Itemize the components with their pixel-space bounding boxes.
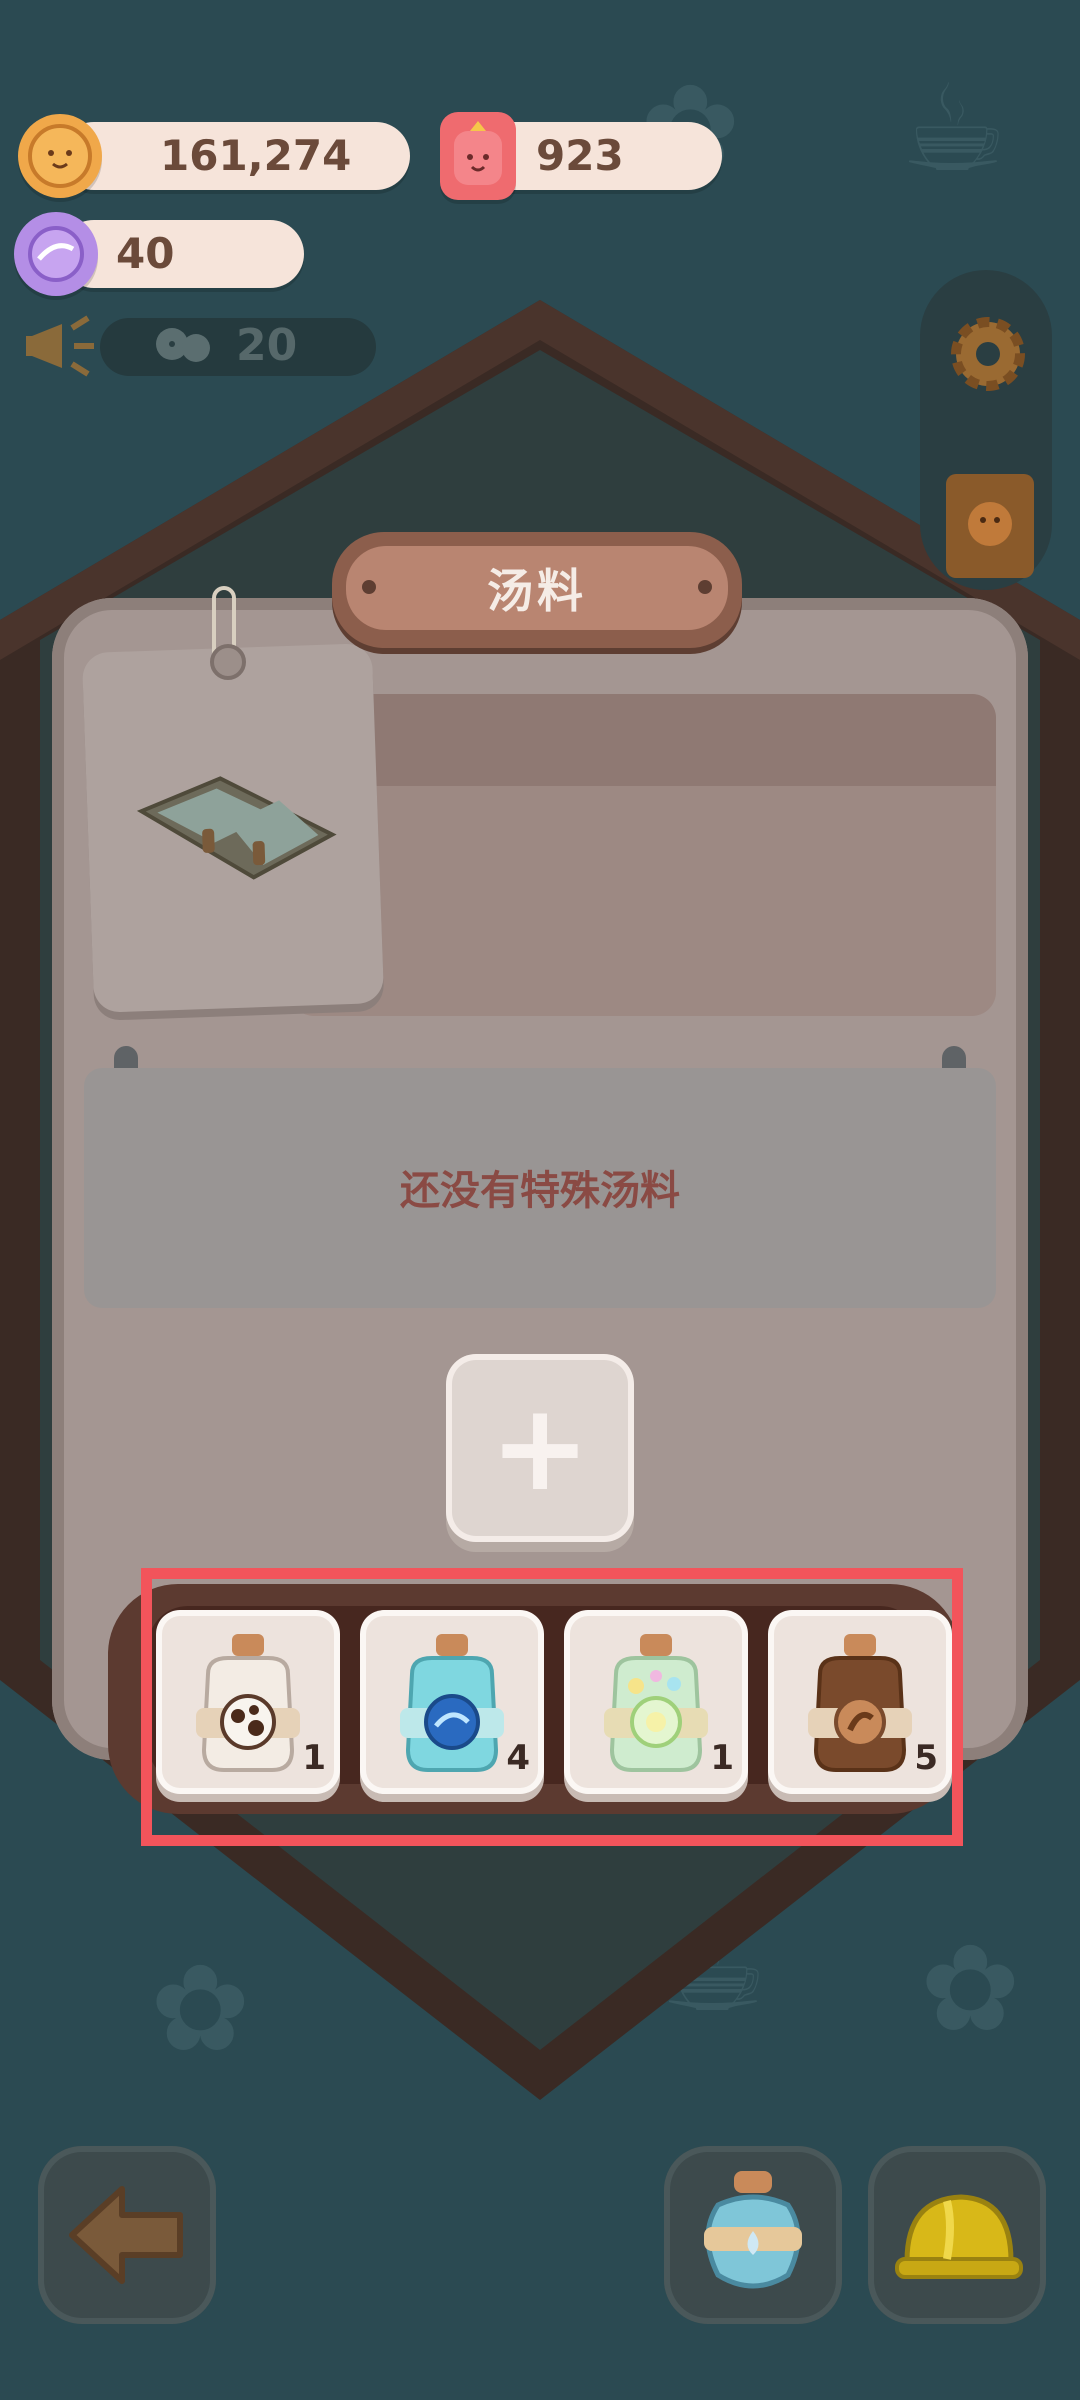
empty-soup-banner: 还没有特殊汤料 (84, 1068, 996, 1308)
back-button[interactable] (38, 2146, 216, 2324)
visitors-icon (150, 318, 220, 376)
item-tag-card (81, 643, 385, 1013)
stamp-card-icon[interactable] (946, 474, 1034, 578)
inventory-highlight-box (141, 1568, 963, 1846)
bg-doodle: ☕ (900, 60, 1008, 199)
add-soup-button[interactable]: + (452, 1360, 628, 1536)
soup-potion-button[interactable] (664, 2146, 842, 2324)
title-plate: 汤料 (332, 532, 742, 648)
megaphone-icon[interactable] (22, 306, 112, 386)
tag-hole (210, 644, 246, 680)
cookie-coin-icon (18, 114, 102, 198)
dialog-title: 汤料 (346, 546, 728, 630)
coin-value: 161,274 (160, 131, 352, 180)
construction-helmet-button[interactable] (868, 2146, 1046, 2324)
plus-icon: + (489, 1378, 591, 1518)
empty-message: 还没有特殊汤料 (400, 1168, 680, 1214)
candy-icon (14, 212, 98, 296)
soup-info-panel (290, 694, 996, 1016)
potion-bottle-icon (704, 2171, 802, 2289)
hard-hat-icon (895, 2194, 1023, 2279)
tray-item-icon (136, 776, 337, 880)
coin-counter: 161,274 (60, 122, 410, 190)
gem-value: 923 (536, 131, 624, 180)
candy-value: 40 (116, 229, 175, 278)
settings-gear-icon[interactable] (940, 306, 1036, 402)
back-arrow-icon (69, 2186, 183, 2284)
visitor-count: 20 (236, 320, 298, 371)
jelly-gem-icon (440, 112, 516, 200)
